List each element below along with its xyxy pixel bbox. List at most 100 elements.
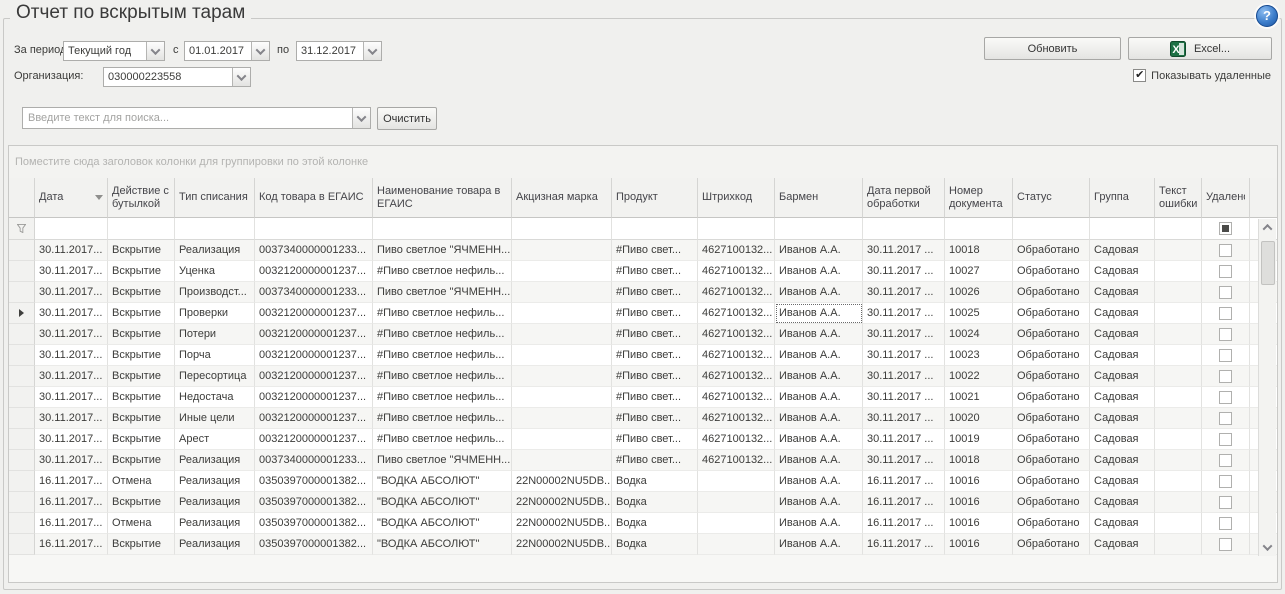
cell-barcode[interactable]: 4627100132... (698, 324, 775, 345)
cell-egais_name[interactable]: "ВОДКА АБСОЛЮТ" (373, 471, 512, 492)
cell-barman[interactable]: Иванов А.А. (775, 408, 863, 429)
row-selector[interactable] (9, 471, 35, 492)
cell-error_text[interactable] (1155, 345, 1202, 366)
cell-status[interactable]: Обработано (1013, 366, 1090, 387)
cell-excise_stamp[interactable]: 22N00002NU5DB... (512, 492, 612, 513)
cell-bottle_action[interactable]: Отмена (108, 513, 175, 534)
cell-product[interactable]: #Пиво свет... (612, 345, 698, 366)
column-header-error_text[interactable]: Текст ошибки (1155, 178, 1202, 218)
period-select[interactable]: Текущий год (63, 41, 165, 61)
cell-egais_code[interactable]: 0032120000001237... (255, 408, 373, 429)
cell-error_text[interactable] (1155, 513, 1202, 534)
cell-excise_stamp[interactable] (512, 324, 612, 345)
deleted-checkbox[interactable] (1219, 496, 1232, 509)
search-combo[interactable] (22, 107, 371, 129)
chevron-down-icon[interactable] (232, 68, 250, 86)
row-selector[interactable] (9, 303, 35, 324)
filter-cell-date[interactable] (35, 218, 108, 240)
scrollbar-thumb[interactable] (1261, 241, 1275, 285)
cell-excise_stamp[interactable]: 22N00002NU5DB... (512, 534, 612, 555)
filter-cell-barman[interactable] (775, 218, 863, 240)
cell-group[interactable]: Садовая (1090, 240, 1155, 261)
cell-writeoff_type[interactable]: Реализация (175, 240, 255, 261)
column-header-group[interactable]: Группа (1090, 178, 1155, 218)
cell-bottle_action[interactable]: Вскрытие (108, 282, 175, 303)
cell-first_processing_date[interactable]: 16.11.2017 ... (863, 534, 945, 555)
cell-writeoff_type[interactable]: Реализация (175, 492, 255, 513)
filter-cell-deleted[interactable] (1202, 218, 1250, 240)
cell-egais_name[interactable]: #Пиво светлое нефиль... (373, 345, 512, 366)
vertical-scrollbar[interactable] (1258, 219, 1276, 556)
cell-doc_number[interactable]: 10020 (945, 408, 1013, 429)
cell-status[interactable]: Обработано (1013, 513, 1090, 534)
cell-doc_number[interactable]: 10025 (945, 303, 1013, 324)
cell-doc_number[interactable]: 10016 (945, 534, 1013, 555)
cell-deleted[interactable] (1202, 366, 1250, 387)
cell-group[interactable]: Садовая (1090, 282, 1155, 303)
column-header-egais_name[interactable]: Наименование товара в ЕГАИС (373, 178, 512, 218)
cell-barman[interactable]: Иванов А.А. (775, 492, 863, 513)
cell-product[interactable]: #Пиво свет... (612, 324, 698, 345)
help-icon[interactable]: ? (1256, 5, 1278, 27)
cell-excise_stamp[interactable] (512, 429, 612, 450)
cell-date[interactable]: 30.11.2017... (35, 324, 108, 345)
cell-excise_stamp[interactable]: 22N00002NU5DB... (512, 471, 612, 492)
clear-search-button[interactable]: Очистить (377, 107, 437, 130)
cell-excise_stamp[interactable] (512, 450, 612, 471)
cell-egais_code[interactable]: 0037340000001233... (255, 450, 373, 471)
deleted-checkbox[interactable] (1219, 370, 1232, 383)
cell-deleted[interactable] (1202, 324, 1250, 345)
cell-excise_stamp[interactable]: 22N00002NU5DB... (512, 513, 612, 534)
column-header-status[interactable]: Статус (1013, 178, 1090, 218)
column-header-barcode[interactable]: Штрихкод (698, 178, 775, 218)
filter-cell-egais_name[interactable] (373, 218, 512, 240)
cell-barcode[interactable]: 4627100132... (698, 450, 775, 471)
cell-writeoff_type[interactable]: Иные цели (175, 408, 255, 429)
cell-deleted[interactable] (1202, 471, 1250, 492)
cell-egais_code[interactable]: 0032120000001237... (255, 366, 373, 387)
cell-doc_number[interactable]: 10022 (945, 366, 1013, 387)
cell-product[interactable]: Водка (612, 534, 698, 555)
cell-barman[interactable]: Иванов А.А. (775, 303, 863, 324)
deleted-checkbox[interactable] (1219, 538, 1232, 551)
cell-first_processing_date[interactable]: 30.11.2017 ... (863, 282, 945, 303)
cell-date[interactable]: 30.11.2017... (35, 450, 108, 471)
cell-doc_number[interactable]: 10016 (945, 471, 1013, 492)
filter-cell-excise_stamp[interactable] (512, 218, 612, 240)
cell-barman[interactable]: Иванов А.А. (775, 282, 863, 303)
cell-excise_stamp[interactable] (512, 282, 612, 303)
cell-product[interactable]: Водка (612, 513, 698, 534)
cell-group[interactable]: Садовая (1090, 513, 1155, 534)
column-header-barman[interactable]: Бармен (775, 178, 863, 218)
checkbox-checked-icon[interactable]: ✔ (1133, 69, 1146, 82)
cell-bottle_action[interactable]: Вскрытие (108, 345, 175, 366)
cell-egais_code[interactable]: 0032120000001237... (255, 303, 373, 324)
cell-date[interactable]: 16.11.2017... (35, 471, 108, 492)
deleted-checkbox[interactable] (1219, 475, 1232, 488)
cell-writeoff_type[interactable]: Пересортица (175, 366, 255, 387)
cell-product[interactable]: #Пиво свет... (612, 450, 698, 471)
date-to-select[interactable]: 31.12.2017 (296, 41, 382, 61)
cell-egais_name[interactable]: Пиво светлое "ЯЧМЕНН... (373, 450, 512, 471)
cell-writeoff_type[interactable]: Производст... (175, 282, 255, 303)
cell-status[interactable]: Обработано (1013, 282, 1090, 303)
cell-barman[interactable]: Иванов А.А. (775, 471, 863, 492)
row-selector[interactable] (9, 345, 35, 366)
cell-deleted[interactable] (1202, 408, 1250, 429)
cell-barman[interactable]: Иванов А.А. (775, 366, 863, 387)
cell-doc_number[interactable]: 10027 (945, 261, 1013, 282)
cell-bottle_action[interactable]: Вскрытие (108, 387, 175, 408)
cell-status[interactable]: Обработано (1013, 303, 1090, 324)
cell-barman[interactable]: Иванов А.А. (775, 429, 863, 450)
column-header-doc_number[interactable]: Номер документа (945, 178, 1013, 218)
filter-cell-egais_code[interactable] (255, 218, 373, 240)
row-selector[interactable] (9, 513, 35, 534)
deleted-checkbox[interactable] (1219, 265, 1232, 278)
cell-excise_stamp[interactable] (512, 408, 612, 429)
deleted-filter-checkbox[interactable] (1219, 222, 1232, 235)
deleted-checkbox[interactable] (1219, 244, 1232, 257)
cell-barcode[interactable]: 4627100132... (698, 345, 775, 366)
deleted-checkbox[interactable] (1219, 391, 1232, 404)
search-input[interactable] (23, 112, 352, 124)
cell-first_processing_date[interactable]: 30.11.2017 ... (863, 429, 945, 450)
